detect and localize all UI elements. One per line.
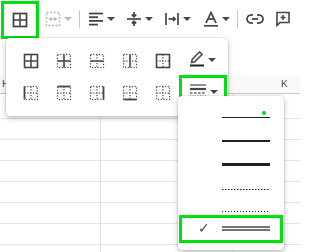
insert-link-button[interactable] (242, 5, 268, 33)
vertical-borders-icon[interactable] (119, 50, 141, 72)
borders-button[interactable] (1, 1, 39, 39)
chevron-down-icon (182, 17, 191, 21)
style-option-double[interactable]: ✓ (179, 215, 283, 243)
chevron-down-icon (207, 58, 216, 62)
clear-borders-icon[interactable] (152, 82, 174, 104)
borders-icon (12, 12, 28, 28)
insert-comment-button[interactable] (270, 5, 296, 33)
chevron-down-icon (106, 17, 115, 21)
style-option-dashed[interactable] (178, 178, 284, 200)
comment-icon (275, 11, 291, 27)
toolbar-divider (237, 10, 238, 28)
toolbar-divider (79, 10, 80, 28)
vertical-align-icon (126, 11, 142, 27)
align-left-icon (88, 11, 104, 27)
style-option-thick[interactable] (178, 154, 284, 176)
style-option-thin[interactable] (178, 106, 284, 128)
chevron-down-icon (63, 17, 72, 21)
merge-cells-button[interactable] (40, 5, 76, 33)
text-wrapping-button[interactable] (160, 5, 194, 33)
border-style-menu: ✓ (178, 96, 284, 250)
text-rotation-button[interactable] (198, 5, 234, 33)
text-wrap-icon (164, 11, 180, 27)
checkmark-icon: ✓ (198, 221, 210, 237)
chevron-down-icon (209, 90, 218, 94)
chevron-down-icon (221, 17, 230, 21)
inner-borders-icon[interactable] (53, 50, 75, 72)
text-rotation-icon (203, 11, 219, 27)
top-border-icon[interactable] (53, 82, 75, 104)
outer-borders-icon[interactable] (152, 50, 174, 72)
column-header-k[interactable]: K (281, 79, 288, 90)
merge-cells-icon (45, 11, 61, 27)
active-indicator (262, 111, 266, 115)
horizontal-align-button[interactable] (84, 5, 118, 33)
bottom-border-icon[interactable] (119, 82, 141, 104)
pencil-icon (189, 49, 205, 72)
toolbar (0, 0, 300, 39)
horizontal-borders-icon[interactable] (86, 50, 108, 72)
chevron-down-icon (144, 17, 153, 21)
left-border-icon[interactable] (20, 82, 42, 104)
style-option-medium[interactable] (178, 130, 284, 152)
border-color-button[interactable] (182, 48, 222, 72)
right-border-icon[interactable] (86, 82, 108, 104)
link-icon (246, 13, 264, 25)
all-borders-icon[interactable] (20, 50, 42, 72)
vertical-align-button[interactable] (122, 5, 156, 33)
